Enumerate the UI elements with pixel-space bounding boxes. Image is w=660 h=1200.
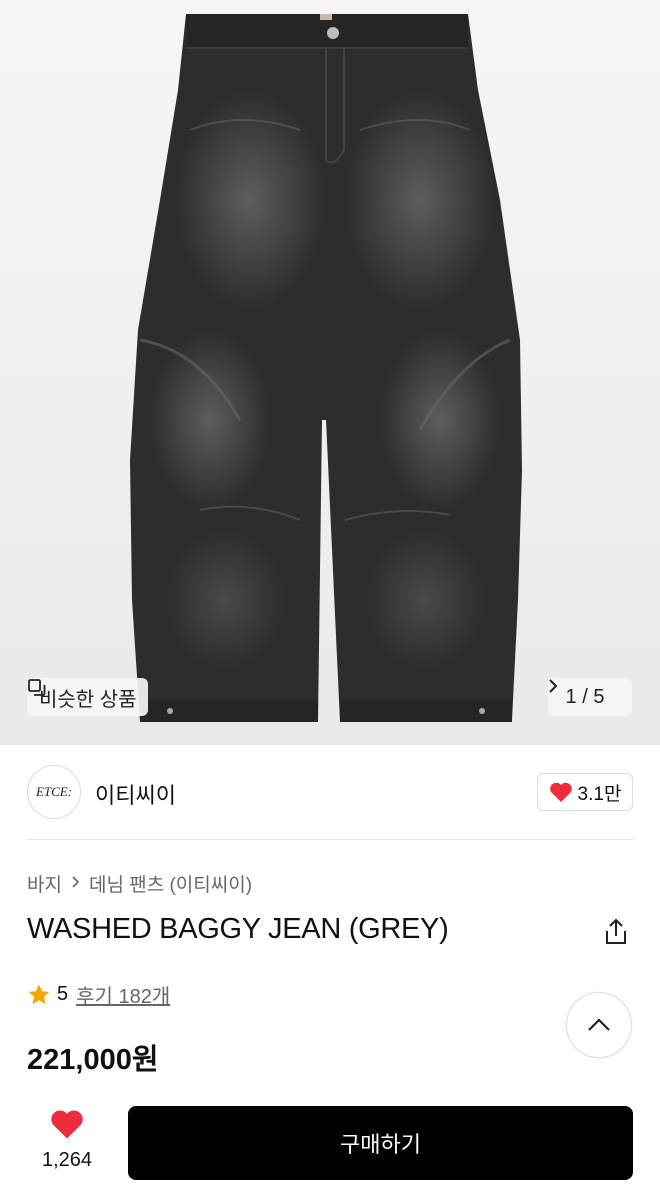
reviews-link[interactable]: 후기 182개: [76, 980, 170, 1009]
brand-logo-text: ETCE:: [35, 784, 73, 799]
chevron-up-icon: [588, 1018, 610, 1031]
heart-icon: [549, 782, 572, 802]
wishlist-count: 1,264: [41, 1149, 93, 1171]
buy-button-label: 구매하기: [340, 1132, 421, 1157]
brand-like-count: 3.1만: [577, 783, 622, 805]
product-price: 221,000원: [27, 1044, 159, 1076]
rating-row: 5 후기 182개: [27, 980, 170, 1009]
heart-icon: [51, 1110, 83, 1139]
breadcrumb-subcategory[interactable]: 데님 팬츠 (이티씨이): [89, 870, 252, 897]
star-icon: [28, 984, 50, 1004]
share-button[interactable]: [603, 918, 629, 946]
similar-products-label: 비슷한 상품: [39, 688, 137, 711]
product-title: WASHED BAGGY JEAN (GREY): [27, 913, 449, 945]
chevron-right-icon: [71, 873, 80, 894]
share-icon: [606, 918, 626, 944]
scroll-top-button[interactable]: [566, 992, 632, 1058]
product-image-gallery[interactable]: 비슷한 상품 1 / 5: [0, 0, 660, 745]
product-image: [0, 0, 660, 745]
buy-button[interactable]: 구매하기: [128, 1106, 633, 1180]
similar-products-button[interactable]: 비슷한 상품: [27, 678, 148, 716]
image-pager-count: 1 / 5: [565, 685, 605, 708]
wishlist-button[interactable]: 1,264: [32, 1108, 102, 1172]
copy-icon: [28, 679, 46, 696]
breadcrumb-category[interactable]: 바지: [27, 870, 62, 897]
brand-row[interactable]: ETCE: 이티씨이 3.1만: [27, 765, 633, 821]
rating-score: 5: [57, 983, 69, 1005]
divider: [27, 839, 633, 840]
brand-name[interactable]: 이티씨이: [95, 778, 176, 810]
brand-logo[interactable]: ETCE:: [27, 765, 81, 819]
image-pager[interactable]: 1 / 5: [548, 678, 632, 716]
breadcrumb: 바지 데님 팬츠 (이티씨이): [27, 870, 252, 897]
brand-like-button[interactable]: 3.1만: [537, 773, 633, 811]
